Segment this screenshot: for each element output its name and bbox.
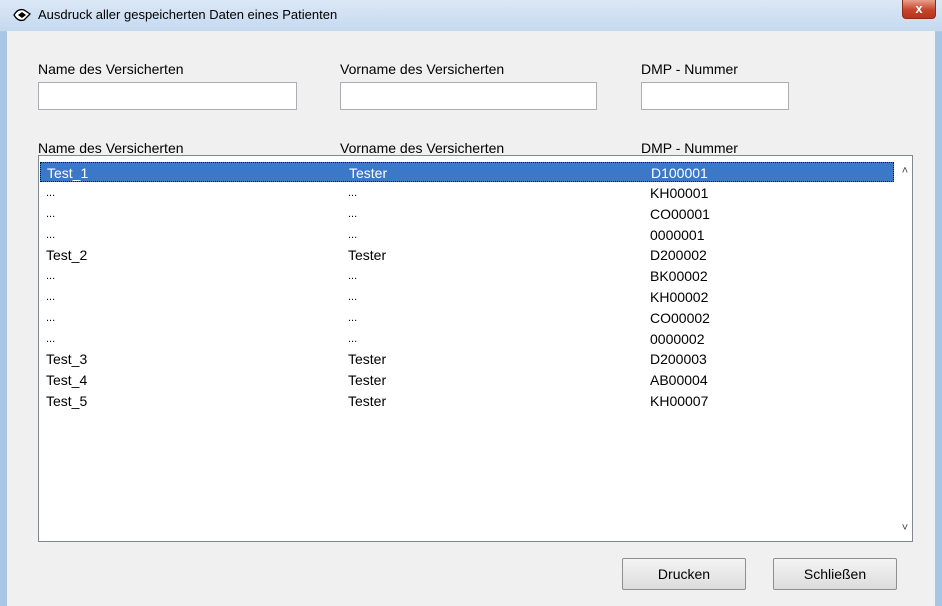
name-filter-label: Name des Versicherten <box>38 61 184 77</box>
app-icon <box>13 8 32 22</box>
dialog-body: Name des Versicherten Vorname des Versic… <box>7 31 935 606</box>
list-item[interactable]: ... ... CO00001 <box>40 204 894 224</box>
cell-vorname: ... <box>348 333 358 345</box>
list-item[interactable]: ... ... KH00002 <box>40 287 894 307</box>
list-item[interactable]: Test_5 Tester KH00007 <box>40 391 894 411</box>
name-filter-input[interactable] <box>38 82 297 110</box>
cell-dmp: D200003 <box>650 351 707 367</box>
close-icon: x <box>915 1 923 16</box>
close-window-button[interactable]: x <box>902 0 936 19</box>
window-title: Ausdruck aller gespeicherten Daten eines… <box>38 7 338 22</box>
cell-dmp: AB00004 <box>650 372 708 388</box>
cell-vorname: ... <box>348 229 358 241</box>
patient-list[interactable]: Test_1 Tester D100001 ... ... KH00001 ..… <box>38 155 913 542</box>
cell-name: Test_1 <box>47 165 89 181</box>
cell-name: ... <box>46 291 56 303</box>
cell-vorname: ... <box>348 270 358 282</box>
list-item[interactable]: Test_1 Tester D100001 <box>40 162 894 182</box>
cell-dmp: KH00001 <box>650 185 709 201</box>
vorname-filter-input[interactable] <box>340 82 597 110</box>
cell-vorname: Tester <box>349 165 388 181</box>
dmp-filter-input[interactable] <box>641 82 789 110</box>
list-item[interactable]: Test_3 Tester D200003 <box>40 349 894 369</box>
list-item[interactable]: ... ... BK00002 <box>40 266 894 286</box>
print-dialog-window: Ausdruck aller gespeicherten Daten eines… <box>0 0 942 606</box>
cell-vorname: Tester <box>348 393 387 409</box>
cell-name: Test_5 <box>46 393 88 409</box>
cell-dmp: KH00002 <box>650 289 709 305</box>
column-header-dmp: DMP - Nummer <box>641 140 738 156</box>
cell-name: Test_4 <box>46 372 88 388</box>
list-item[interactable]: ... ... CO00002 <box>40 308 894 328</box>
list-item[interactable]: ... ... 0000002 <box>40 329 894 349</box>
cell-name: ... <box>46 187 56 199</box>
title-bar[interactable]: Ausdruck aller gespeicherten Daten eines… <box>0 0 942 32</box>
list-item[interactable]: ... ... 0000001 <box>40 225 894 245</box>
cell-vorname: ... <box>348 291 358 303</box>
cell-dmp: D200002 <box>650 247 707 263</box>
cell-vorname: Tester <box>348 247 387 263</box>
dmp-filter-label: DMP - Nummer <box>641 61 738 77</box>
cell-vorname: ... <box>348 187 358 199</box>
cell-name: ... <box>46 270 56 282</box>
cell-vorname: Tester <box>348 351 387 367</box>
cell-name: Test_3 <box>46 351 88 367</box>
list-item[interactable]: Test_2 Tester D200002 <box>40 245 894 265</box>
cell-name: ... <box>46 208 56 220</box>
vorname-filter-label: Vorname des Versicherten <box>340 61 505 77</box>
cell-dmp: KH00007 <box>650 393 709 409</box>
cell-vorname: Tester <box>348 372 387 388</box>
cell-name: ... <box>46 312 56 324</box>
cell-dmp: 0000001 <box>650 227 705 243</box>
cell-vorname: ... <box>348 208 358 220</box>
close-button[interactable]: Schließen <box>773 558 897 590</box>
cell-name: ... <box>46 333 56 345</box>
column-header-vorname: Vorname des Versicherten <box>340 140 505 156</box>
cell-dmp: 0000002 <box>650 331 705 347</box>
cell-dmp: BK00002 <box>650 268 708 284</box>
column-header-name: Name des Versicherten <box>38 140 184 156</box>
cell-dmp: CO00001 <box>650 206 710 222</box>
cell-name: ... <box>46 229 56 241</box>
scroll-down-arrow-icon[interactable]: ˅ <box>898 521 912 535</box>
list-item[interactable]: Test_4 Tester AB00004 <box>40 370 894 390</box>
list-item[interactable]: ... ... KH00001 <box>40 183 894 203</box>
cell-dmp: CO00002 <box>650 310 710 326</box>
print-button[interactable]: Drucken <box>622 558 746 590</box>
cell-vorname: ... <box>348 312 358 324</box>
scroll-up-arrow-icon[interactable]: ˄ <box>898 164 912 178</box>
cell-name: Test_2 <box>46 247 88 263</box>
cell-dmp: D100001 <box>651 165 708 181</box>
